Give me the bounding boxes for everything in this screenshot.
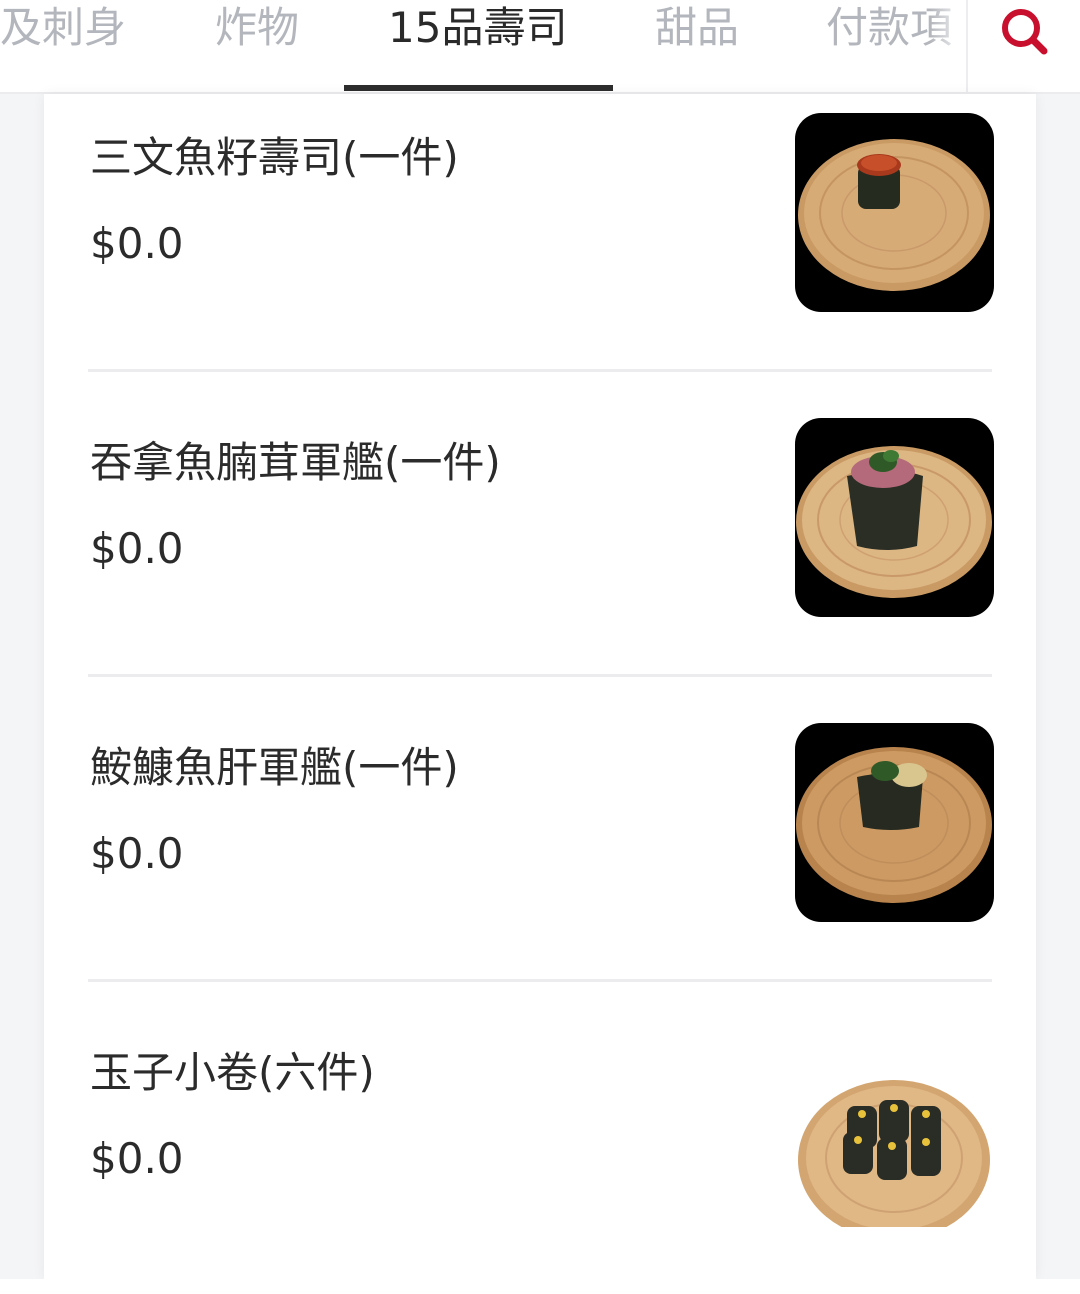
menu-item[interactable]: 鮟鱇魚肝軍艦(一件) $0.0: [44, 704, 1036, 1009]
item-divider: [88, 369, 992, 372]
tab-label: 15品壽司: [388, 3, 568, 52]
tab-label: 及刺身: [0, 3, 127, 52]
category-tab-bar: 及刺身 炸物 15品壽司 甜品 付款項: [0, 0, 1080, 94]
item-price: $0.0: [90, 219, 184, 268]
menu-item[interactable]: 玉子小卷(六件) $0.0: [44, 1009, 1036, 1279]
item-price: $0.0: [90, 524, 184, 573]
tamago-maki-image: [798, 1080, 990, 1227]
item-name: 三文魚籽壽司(一件): [90, 133, 459, 182]
item-divider: [88, 979, 992, 982]
ankimo-sushi-image: [796, 747, 992, 903]
item-price: $0.0: [90, 829, 184, 878]
item-image[interactable]: [795, 1028, 994, 1227]
item-name: 玉子小卷(六件): [90, 1048, 375, 1097]
item-image[interactable]: [795, 113, 994, 312]
search-icon: [1002, 9, 1048, 55]
item-divider: [88, 674, 992, 677]
item-name: 鮟鱇魚肝軍艦(一件): [90, 743, 459, 792]
menu-item[interactable]: 吞拿魚腩茸軍艦(一件) $0.0: [44, 399, 1036, 704]
active-tab-indicator: [344, 85, 613, 91]
item-name: 吞拿魚腩茸軍艦(一件): [90, 438, 501, 487]
search-button[interactable]: [998, 3, 1054, 59]
tab-overflow-fade: [930, 0, 968, 92]
ikura-sushi-image: [798, 139, 990, 291]
tab-dessert[interactable]: 甜品: [655, 0, 739, 92]
item-image[interactable]: [795, 723, 994, 922]
tab-sushi[interactable]: 15品壽司: [388, 0, 567, 92]
negitoro-sushi-image: [796, 446, 992, 598]
menu-item-list: 三文魚籽壽司(一件) $0.0 吞拿魚腩茸軍艦(一件) $0.0 鮟鱇魚肝軍艦(…: [44, 94, 1036, 1279]
tab-label: 甜品: [655, 3, 740, 52]
search-area: [966, 0, 1080, 92]
item-price: $0.0: [90, 1134, 184, 1183]
menu-item[interactable]: 三文魚籽壽司(一件) $0.0: [44, 94, 1036, 399]
tab-label: 炸物: [215, 3, 300, 52]
bottom-edge: [0, 1279, 1080, 1294]
tab-fried[interactable]: 炸物: [215, 0, 299, 92]
tab-sashimi[interactable]: 及刺身: [0, 0, 126, 92]
item-image[interactable]: [795, 418, 994, 617]
